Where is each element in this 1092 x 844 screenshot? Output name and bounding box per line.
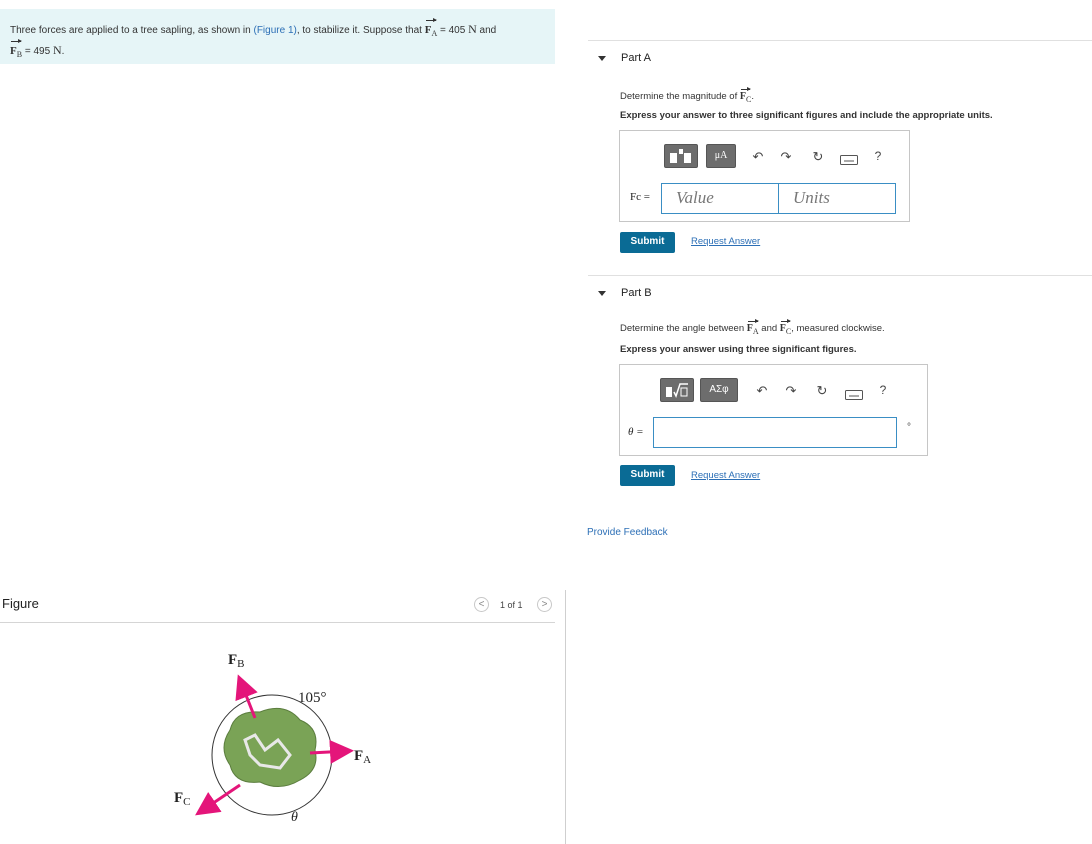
fc-label: FC <box>174 790 191 808</box>
value-input[interactable]: Value <box>661 183 779 214</box>
fb-vector: FB <box>10 39 23 63</box>
help-icon[interactable]: ? <box>875 383 891 397</box>
figure-header: Figure < 1 of 1 > <box>0 594 555 623</box>
provide-feedback-link[interactable]: Provide Feedback <box>587 527 668 538</box>
templates-button[interactable] <box>664 144 698 168</box>
keyboard-icon[interactable] <box>845 390 863 400</box>
templates-icon <box>670 149 691 163</box>
prev-figure-button[interactable]: < <box>474 597 489 612</box>
fb-value: = 495 <box>24 46 51 58</box>
part-b-submit-button[interactable]: Submit <box>620 465 675 486</box>
part-b-instruction: Express your answer using three signific… <box>620 344 857 355</box>
problem-statement: Three forces are applied to a tree sapli… <box>0 9 555 64</box>
caret-down-icon[interactable] <box>598 291 606 296</box>
reset-icon[interactable]: ↻ <box>810 149 826 165</box>
pane-divider <box>565 590 566 844</box>
units-input[interactable]: Units <box>778 183 896 214</box>
greek-symbols-button[interactable]: ΑΣφ <box>700 378 738 402</box>
undo-icon[interactable]: ↶ <box>750 149 766 165</box>
problem-pane: Three forces are applied to a tree sapli… <box>0 0 565 844</box>
fb-label: FB <box>228 652 245 670</box>
theta-variable-label: θ = <box>628 426 644 438</box>
part-b-answer-box: ΑΣφ ↶ ↷ ↻ ? θ = ° <box>619 364 928 456</box>
figure-pager-text: 1 of 1 <box>500 600 523 610</box>
fa-label: FA <box>354 748 371 766</box>
fa-vector: FA <box>425 17 437 42</box>
part-b-title: Part B <box>621 287 652 299</box>
problem-text-2: , to stabilize it. Suppose that <box>296 25 422 36</box>
redo-icon[interactable]: ↷ <box>778 149 794 165</box>
part-a-answer-box: μA ↶ ↷ ↻ ? Fc = Value Units <box>619 130 910 222</box>
figure-link[interactable]: (Figure 1) <box>253 25 296 36</box>
reset-icon[interactable]: ↻ <box>814 383 830 399</box>
part-a-instruction: Express your answer to three significant… <box>620 110 993 121</box>
theta-label: θ <box>291 810 298 825</box>
figure-title: Figure <box>2 596 39 611</box>
undo-icon[interactable]: ↶ <box>754 383 770 399</box>
fa-unit: N <box>468 22 477 36</box>
caret-down-icon[interactable] <box>598 56 606 61</box>
part-a-header[interactable]: Part A <box>588 40 1092 75</box>
end-period: . <box>61 46 65 58</box>
fc-arrow <box>195 783 241 816</box>
next-figure-button[interactable]: > <box>537 597 552 612</box>
part-b-request-answer-link[interactable]: Request Answer <box>691 470 760 481</box>
problem-text: Three forces are applied to a tree sapli… <box>10 25 251 36</box>
part-a-request-answer-link[interactable]: Request Answer <box>691 236 760 247</box>
angle-105-label: 105° <box>298 690 327 706</box>
templates-button[interactable] <box>660 378 694 402</box>
part-a-submit-button[interactable]: Submit <box>620 232 675 253</box>
degree-unit-label: ° <box>907 422 911 433</box>
angle-input[interactable] <box>653 417 897 448</box>
keyboard-icon[interactable] <box>840 155 858 165</box>
redo-icon[interactable]: ↷ <box>783 383 799 399</box>
fa-value: = 405 <box>440 25 466 36</box>
and-word: and <box>479 25 497 36</box>
fc-variable-label: Fc = <box>630 191 650 203</box>
fb-unit: N <box>52 43 62 58</box>
part-a-title: Part A <box>621 52 651 64</box>
templates-icon <box>666 383 688 398</box>
mu-units-button[interactable]: μA <box>706 144 736 168</box>
help-icon[interactable]: ? <box>870 149 886 163</box>
part-b-question: Determine the angle between FA and FC, m… <box>620 319 885 336</box>
part-b-header[interactable]: Part B <box>588 275 1092 310</box>
force-diagram: FB 105° FA FC θ <box>174 652 371 825</box>
part-a-question: Determine the magnitude of FC. <box>620 87 754 104</box>
fa-arrow <box>309 739 354 764</box>
